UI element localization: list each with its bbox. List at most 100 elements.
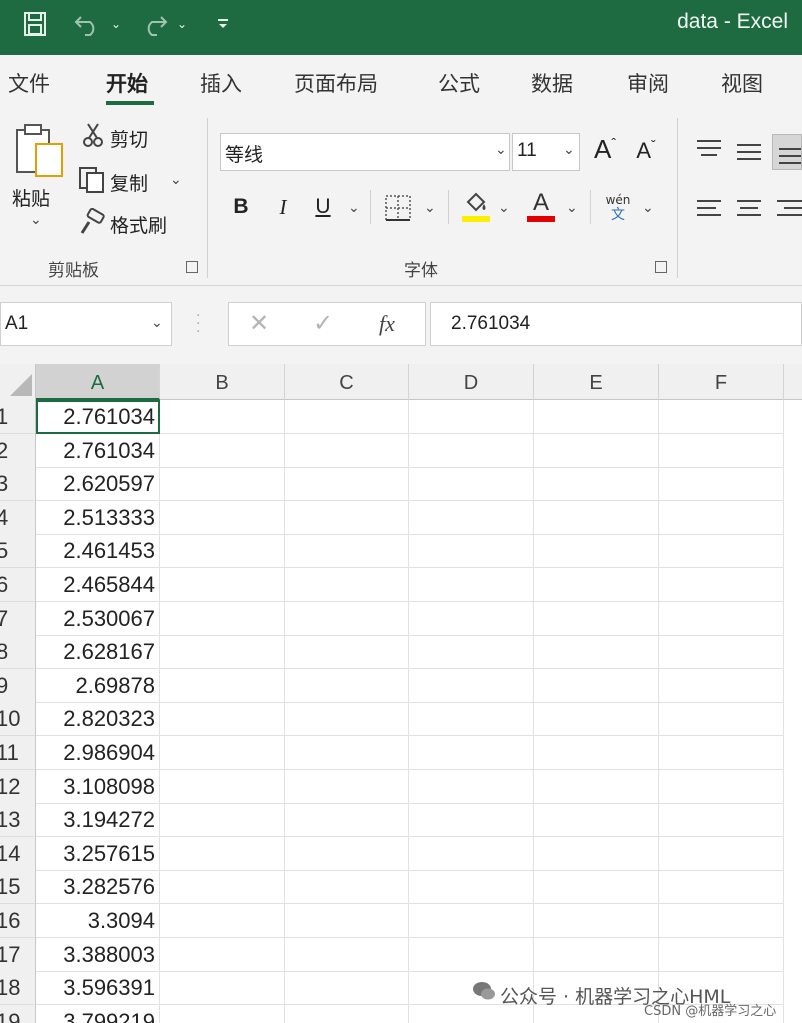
cell-empty[interactable] <box>534 501 659 535</box>
cell-empty[interactable] <box>659 669 784 703</box>
name-box[interactable]: A1 ⌄ <box>0 302 172 346</box>
cell-empty[interactable] <box>659 568 784 602</box>
cell-empty[interactable] <box>160 870 285 904</box>
cell-empty[interactable] <box>659 501 784 535</box>
cell-empty[interactable] <box>160 1005 285 1023</box>
select-all-corner[interactable] <box>0 364 36 400</box>
cell-empty[interactable] <box>659 467 784 501</box>
copy-dropdown-icon[interactable]: ⌄ <box>170 172 182 188</box>
cell-empty[interactable] <box>659 534 784 568</box>
cell-a[interactable]: 3.194272 <box>36 803 160 837</box>
cell-empty[interactable] <box>285 736 409 770</box>
cell-empty[interactable] <box>659 702 784 736</box>
cell-empty[interactable] <box>160 702 285 736</box>
cell-a[interactable]: 2.761034 <box>36 434 160 468</box>
cell-empty[interactable] <box>659 400 784 434</box>
cell-empty[interactable] <box>659 736 784 770</box>
cell-empty[interactable] <box>534 434 659 468</box>
shrink-font-button[interactable]: Aˇ <box>630 136 662 166</box>
cell-empty[interactable] <box>534 568 659 602</box>
cell-empty[interactable] <box>409 635 534 669</box>
cell-a[interactable]: 2.461453 <box>36 534 160 568</box>
align-middle-icon[interactable] <box>736 142 762 168</box>
row-header[interactable]: 13 <box>0 803 36 837</box>
cell-a[interactable]: 3.108098 <box>36 770 160 804</box>
cell-empty[interactable] <box>285 534 409 568</box>
column-header-a[interactable]: A <box>36 364 160 400</box>
cell-a[interactable]: 2.820323 <box>36 702 160 736</box>
font-size-select[interactable]: 11 ⌄ <box>512 133 580 171</box>
row-header[interactable]: 17 <box>0 938 36 972</box>
cell-empty[interactable] <box>534 400 659 434</box>
cell-empty[interactable] <box>409 770 534 804</box>
cell-empty[interactable] <box>160 904 285 938</box>
align-center-icon[interactable] <box>736 198 762 224</box>
cell-empty[interactable] <box>160 501 285 535</box>
copy-button[interactable]: 复制 <box>110 169 148 196</box>
underline-dropdown-icon[interactable]: ⌄ <box>348 200 360 216</box>
cell-empty[interactable] <box>409 467 534 501</box>
cell-empty[interactable] <box>534 534 659 568</box>
cell-a[interactable]: 2.69878 <box>36 669 160 703</box>
cell-empty[interactable] <box>160 736 285 770</box>
font-color-button[interactable]: A <box>526 188 556 224</box>
cell-a[interactable]: 3.596391 <box>36 971 160 1005</box>
align-right-icon[interactable] <box>776 198 802 224</box>
cell-a[interactable]: 2.620597 <box>36 467 160 501</box>
cell-empty[interactable] <box>534 635 659 669</box>
tab-page-layout[interactable]: 页面布局 <box>294 68 378 98</box>
cell-empty[interactable] <box>534 870 659 904</box>
cell-empty[interactable] <box>659 938 784 972</box>
cell-empty[interactable] <box>285 770 409 804</box>
font-launcher-icon[interactable] <box>655 261 667 273</box>
cell-empty[interactable] <box>160 602 285 636</box>
row-header[interactable]: 16 <box>0 904 36 938</box>
formula-input[interactable]: 2.761034 <box>430 302 802 346</box>
cell-empty[interactable] <box>534 770 659 804</box>
format-painter-button[interactable]: 格式刷 <box>110 211 167 238</box>
row-header[interactable]: 2 <box>0 434 36 468</box>
row-header[interactable]: 4 <box>0 501 36 535</box>
cell-empty[interactable] <box>409 602 534 636</box>
cell-empty[interactable] <box>409 904 534 938</box>
cell-empty[interactable] <box>534 803 659 837</box>
cell-empty[interactable] <box>409 837 534 871</box>
column-header-f[interactable]: F <box>659 364 784 400</box>
paste-button[interactable]: 粘贴 <box>12 184 50 211</box>
cell-empty[interactable] <box>534 467 659 501</box>
row-header[interactable]: 9 <box>0 669 36 703</box>
phonetic-guide-button[interactable]: wén 文 <box>602 190 634 226</box>
row-header[interactable]: 7 <box>0 602 36 636</box>
cell-empty[interactable] <box>160 837 285 871</box>
fill-color-icon[interactable] <box>460 190 492 228</box>
column-header-e[interactable]: E <box>534 364 659 400</box>
row-header[interactable]: 15 <box>0 870 36 904</box>
cell-a[interactable]: 3.799219 <box>36 1005 160 1023</box>
row-header[interactable]: 10 <box>0 702 36 736</box>
cell-empty[interactable] <box>285 635 409 669</box>
row-header[interactable]: 11 <box>0 736 36 770</box>
cell-empty[interactable] <box>160 938 285 972</box>
redo-dropdown-icon[interactable]: ⌄ <box>174 8 190 40</box>
cell-a[interactable]: 2.628167 <box>36 635 160 669</box>
cell-empty[interactable] <box>534 602 659 636</box>
cell-empty[interactable] <box>285 400 409 434</box>
cell-empty[interactable] <box>160 534 285 568</box>
cell-a[interactable]: 3.282576 <box>36 870 160 904</box>
cell-a[interactable]: 2.761034 <box>36 400 160 434</box>
column-header-d[interactable]: D <box>409 364 534 400</box>
cell-empty[interactable] <box>659 803 784 837</box>
tab-review[interactable]: 审阅 <box>627 68 669 98</box>
cell-a[interactable]: 3.3094 <box>36 904 160 938</box>
cell-empty[interactable] <box>534 837 659 871</box>
cell-empty[interactable] <box>285 602 409 636</box>
tab-formulas[interactable]: 公式 <box>438 68 480 98</box>
cell-empty[interactable] <box>285 904 409 938</box>
cell-empty[interactable] <box>659 635 784 669</box>
cell-empty[interactable] <box>160 434 285 468</box>
align-top-icon[interactable] <box>696 138 722 164</box>
cell-empty[interactable] <box>285 971 409 1005</box>
cell-empty[interactable] <box>285 870 409 904</box>
cell-a[interactable]: 2.986904 <box>36 736 160 770</box>
cell-empty[interactable] <box>409 669 534 703</box>
